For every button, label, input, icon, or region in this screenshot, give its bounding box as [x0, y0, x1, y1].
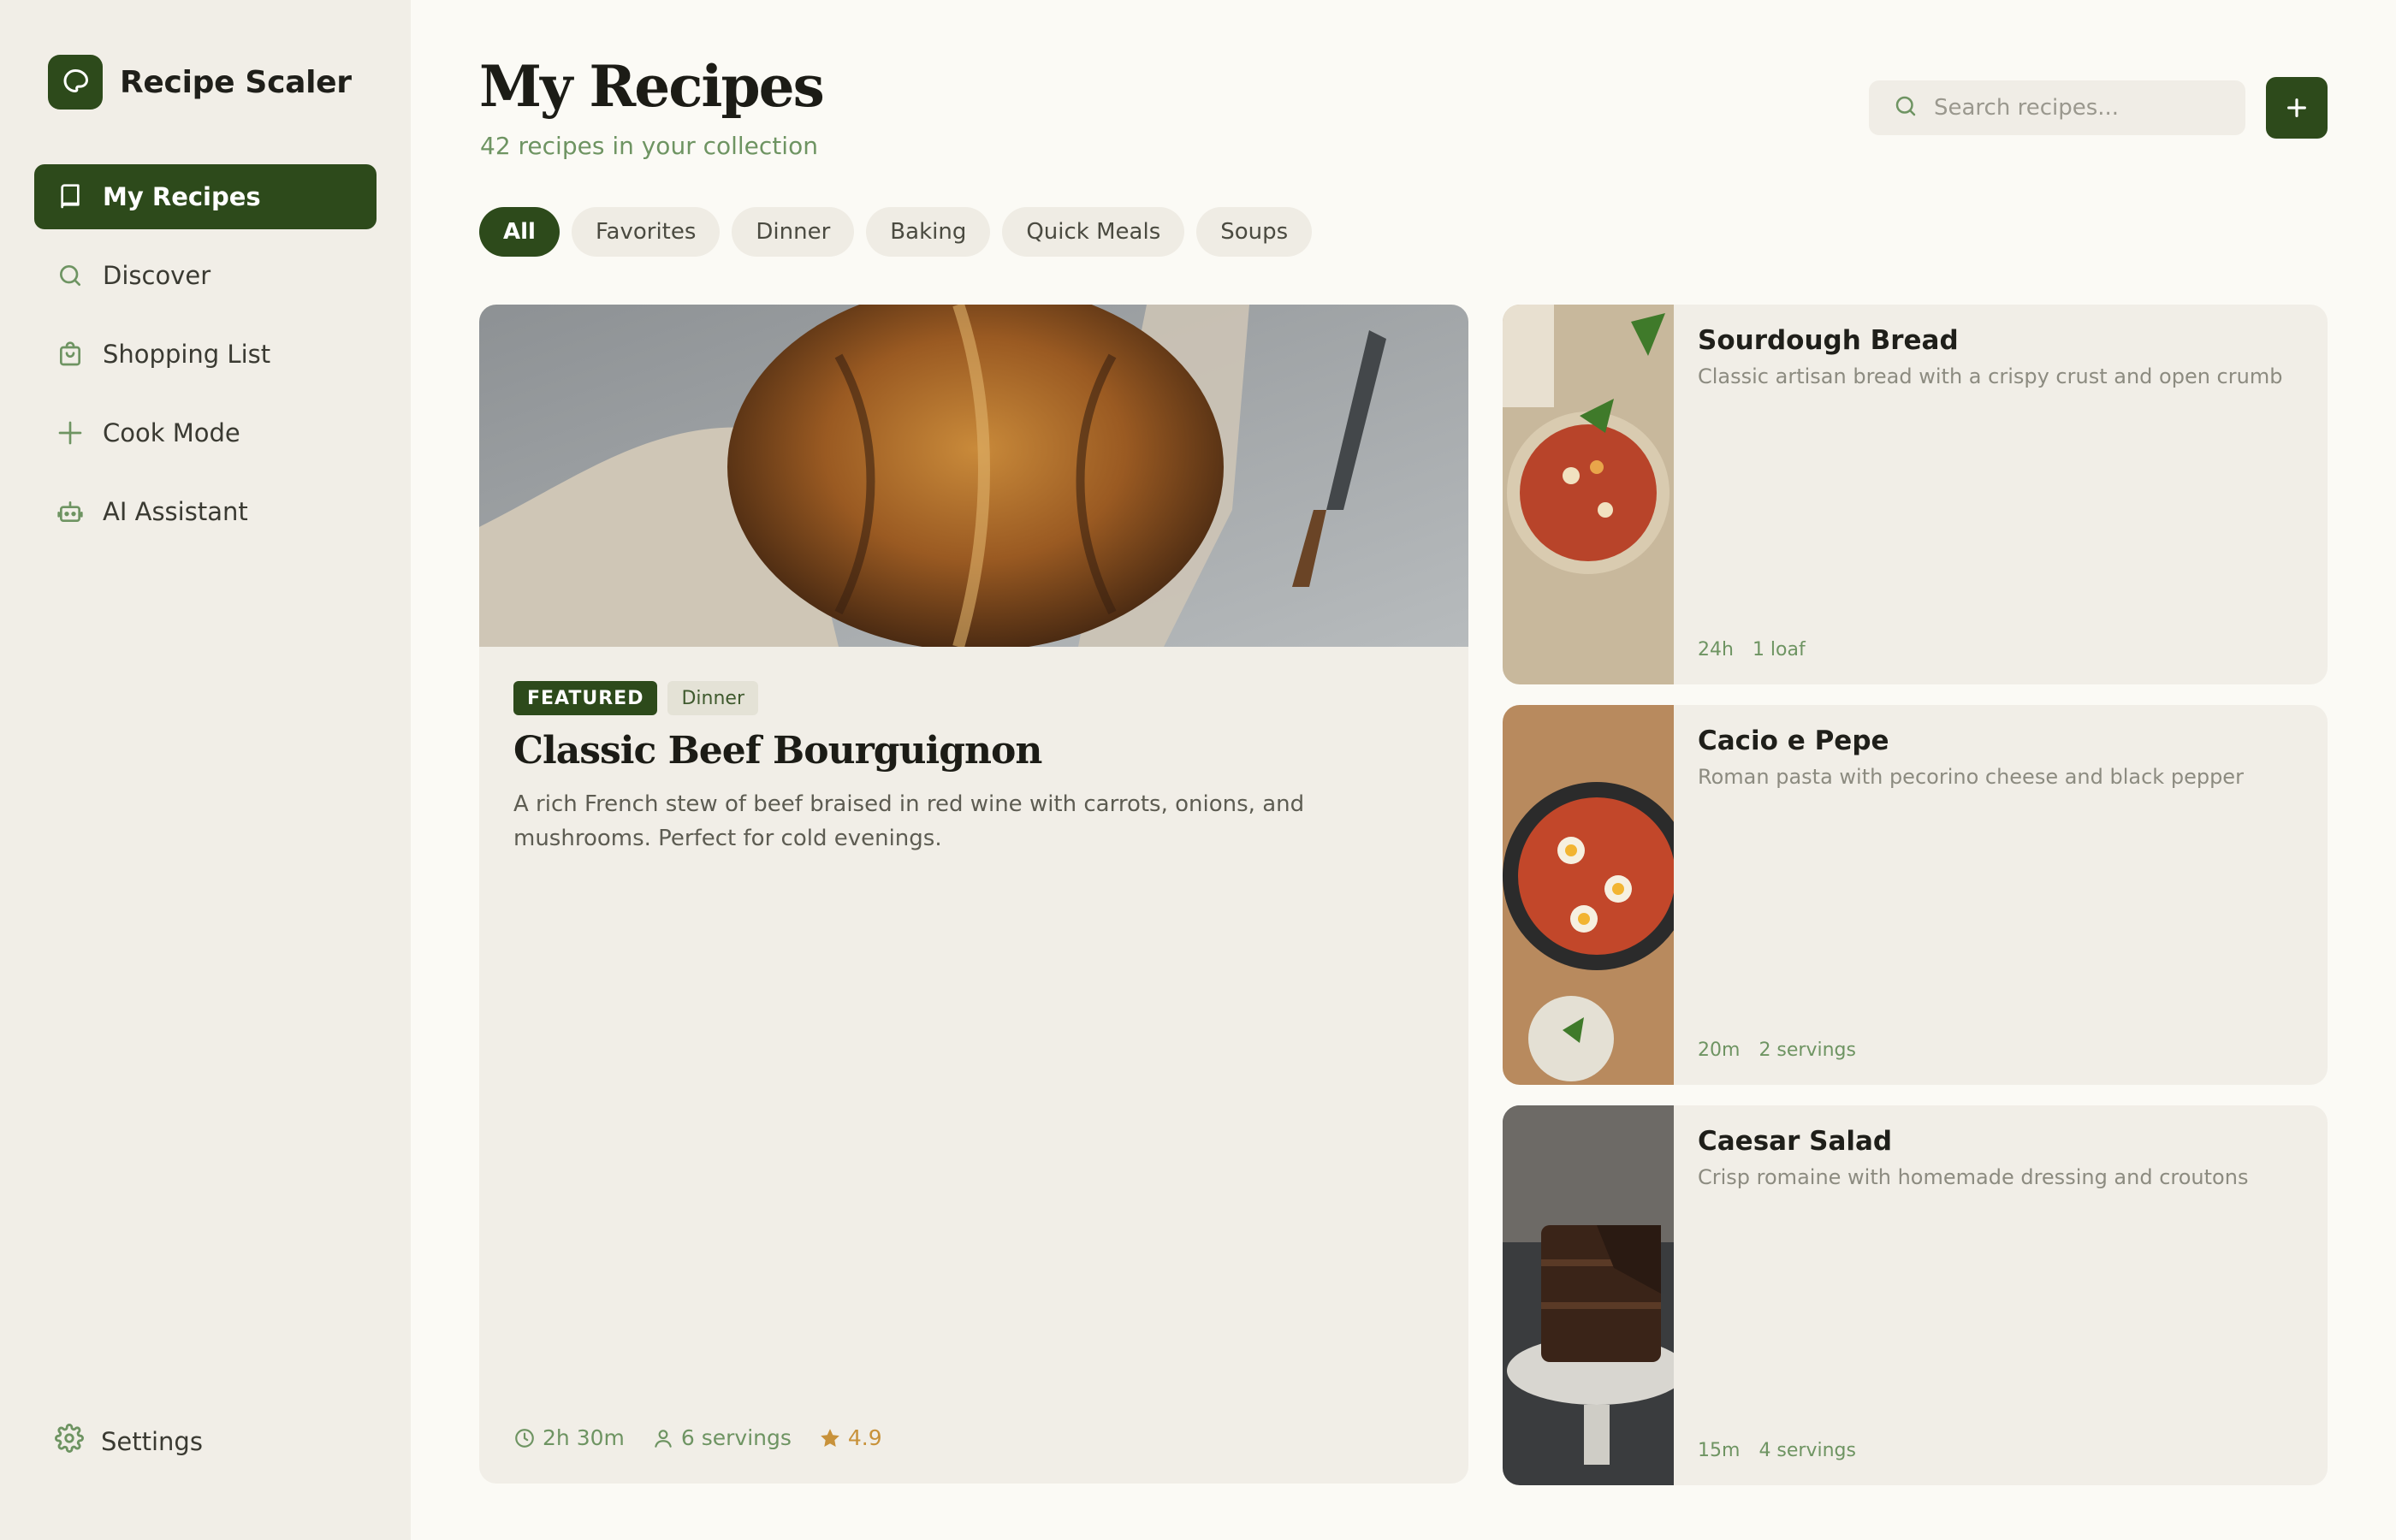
recipe-card[interactable]: Cacio e Pepe Roman pasta with pecorino c… — [1503, 705, 2328, 1085]
app-logo-icon — [48, 55, 103, 110]
recipe-meta: 24h 1 loaf — [1698, 639, 1806, 660]
recipe-meta: 20m 2 servings — [1698, 1040, 1856, 1061]
sidebar-item-shopping-list[interactable]: Shopping List — [34, 322, 377, 387]
settings-label: Settings — [101, 1426, 203, 1456]
plus-icon — [55, 418, 86, 448]
page-title: My Recipes — [479, 53, 825, 120]
sidebar-item-cook-mode[interactable]: Cook Mode — [34, 400, 377, 465]
search-icon — [55, 260, 86, 291]
featured-recipe-image — [479, 305, 1468, 647]
recipe-description: Classic artisan bread with a crispy crus… — [1698, 364, 2283, 388]
search-input[interactable] — [1934, 95, 2225, 121]
recipe-image — [1503, 1105, 1674, 1485]
recipe-title: Caesar Salad — [1698, 1126, 1893, 1157]
featured-tags: FEATURED Dinner — [513, 681, 759, 715]
recipe-description: Roman pasta with pecorino cheese and bla… — [1698, 765, 2244, 789]
filter-chip-all[interactable]: All — [479, 207, 560, 257]
recipe-yield: 4 servings — [1758, 1440, 1856, 1461]
filter-chip-baking[interactable]: Baking — [866, 207, 991, 257]
star-icon — [821, 1428, 839, 1447]
search-box[interactable] — [1869, 80, 2245, 135]
filter-chip-quick-meals[interactable]: Quick Meals — [1002, 207, 1185, 257]
recipe-yield: 2 servings — [1758, 1040, 1856, 1061]
robot-icon — [55, 496, 86, 527]
filter-chip-soups[interactable]: Soups — [1196, 207, 1313, 257]
sidebar-item-label: Shopping List — [103, 340, 271, 369]
user-icon — [655, 1429, 672, 1448]
recipe-image — [1503, 305, 1674, 684]
recipe-card[interactable]: Sourdough Bread Classic artisan bread wi… — [1503, 305, 2328, 684]
book-icon — [55, 181, 86, 212]
recipe-meta: 15m 4 servings — [1698, 1440, 1856, 1461]
cook-time-value: 2h 30m — [543, 1425, 625, 1450]
page-subtitle: 42 recipes in your collection — [480, 132, 818, 160]
sidebar-item-ai-assistant[interactable]: AI Assistant — [34, 479, 377, 544]
recipe-time: 24h — [1698, 639, 1734, 660]
clock-icon — [515, 1428, 534, 1448]
featured-badge: FEATURED — [513, 681, 658, 715]
app-name: Recipe Scaler — [120, 64, 352, 100]
recipe-time: 20m — [1698, 1040, 1741, 1061]
recipe-title: Sourdough Bread — [1698, 325, 1959, 356]
sidebar-item-discover[interactable]: Discover — [34, 243, 377, 308]
shopping-bag-icon — [55, 339, 86, 370]
recipe-title: Cacio e Pepe — [1698, 726, 1889, 756]
featured-recipe-card[interactable]: FEATURED Dinner Classic Beef Bourguignon… — [479, 305, 1468, 1484]
sidebar-item-label: Cook Mode — [103, 418, 240, 447]
recipe-card[interactable]: Caesar Salad Crisp romaine with homemade… — [1503, 1105, 2328, 1485]
filter-chip-favorites[interactable]: Favorites — [571, 207, 721, 257]
recipe-time: 15m — [1698, 1440, 1741, 1461]
filter-chips: All Favorites Dinner Baking Quick Meals … — [479, 207, 1324, 257]
sidebar-item-label: My Recipes — [103, 182, 261, 211]
sidebar-nav: My Recipes Discover Shopping List Cook M… — [34, 164, 377, 558]
featured-recipe-meta: 2h 30m 6 servings 4.9 — [513, 1425, 910, 1450]
cook-time: 2h 30m — [513, 1425, 625, 1450]
brand[interactable]: Recipe Scaler — [48, 55, 352, 110]
gear-icon — [55, 1424, 84, 1459]
sidebar-item-my-recipes[interactable]: My Recipes — [34, 164, 377, 229]
recipe-yield: 1 loaf — [1752, 639, 1806, 660]
rating: 4.9 — [819, 1425, 882, 1450]
category-badge: Dinner — [667, 681, 759, 715]
servings-value: 6 servings — [680, 1425, 792, 1450]
featured-recipe-description: A rich French stew of beef braised in re… — [513, 791, 1305, 851]
search-icon — [1893, 93, 1919, 122]
recipe-image — [1503, 705, 1674, 1085]
sidebar-item-settings[interactable]: Settings — [55, 1424, 203, 1459]
add-recipe-button[interactable] — [2266, 77, 2328, 139]
sidebar-item-label: AI Assistant — [103, 497, 248, 526]
featured-recipe-title: Classic Beef Bourguignon — [513, 729, 1042, 773]
rating-value: 4.9 — [847, 1425, 882, 1450]
filter-chip-dinner[interactable]: Dinner — [732, 207, 855, 257]
servings: 6 servings — [652, 1425, 792, 1450]
sidebar-item-label: Discover — [103, 261, 211, 290]
plus-icon — [2287, 98, 2306, 117]
recipe-description: Crisp romaine with homemade dressing and… — [1698, 1165, 2249, 1189]
sidebar: Recipe Scaler My Recipes Discover Shoppi… — [0, 0, 411, 1540]
